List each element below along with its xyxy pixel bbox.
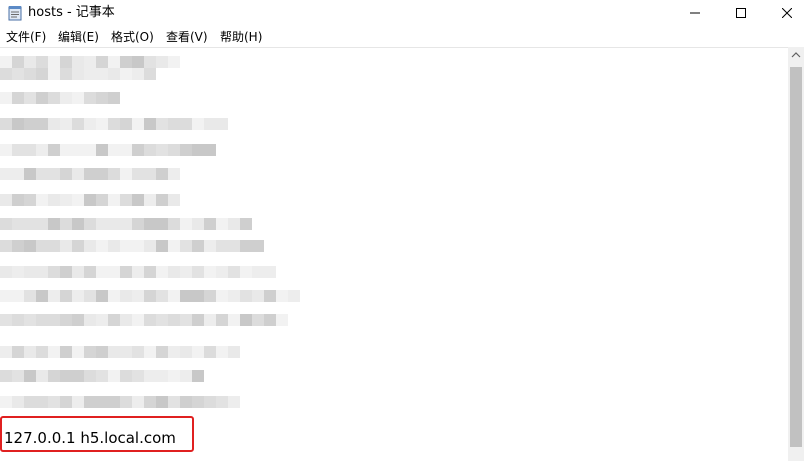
- menu-file[interactable]: 文件(F): [6, 29, 46, 45]
- maximize-button[interactable]: [718, 0, 764, 26]
- close-icon: [782, 8, 792, 18]
- menu-format[interactable]: 格式(O): [111, 29, 154, 45]
- blurred-line: [0, 168, 180, 180]
- blurred-line: [0, 56, 180, 68]
- blurred-line: [0, 68, 156, 80]
- blurred-line: [0, 266, 276, 278]
- blurred-line: [0, 92, 120, 104]
- blurred-line: [0, 370, 204, 382]
- blurred-content: [0, 48, 788, 462]
- menu-bar: 文件(F) 编辑(E) 格式(O) 查看(V) 帮助(H): [0, 27, 804, 47]
- blurred-line: [0, 240, 264, 252]
- minimize-icon: [690, 12, 700, 14]
- blurred-line: [0, 218, 252, 230]
- window-title: hosts - 记事本: [28, 5, 115, 20]
- minimize-button[interactable]: [672, 0, 718, 26]
- menu-view[interactable]: 查看(V): [166, 29, 208, 45]
- title-bar[interactable]: hosts - 记事本: [0, 0, 804, 26]
- blurred-line: [0, 314, 288, 326]
- hosts-entry-line: 127.0.0.1 h5.local.com: [4, 429, 176, 447]
- blurred-line: [0, 396, 240, 408]
- notepad-icon: [8, 6, 22, 21]
- blurred-line: [0, 346, 240, 358]
- close-button[interactable]: [764, 0, 804, 26]
- menu-help[interactable]: 帮助(H): [220, 29, 262, 45]
- text-editor[interactable]: 127.0.0.1 h5.local.com: [0, 47, 788, 462]
- maximize-icon: [736, 8, 746, 18]
- scroll-thumb[interactable]: [790, 67, 802, 447]
- blurred-line: [0, 144, 216, 156]
- vertical-scrollbar[interactable]: [788, 47, 804, 461]
- menu-edit[interactable]: 编辑(E): [58, 29, 99, 45]
- scroll-up-button[interactable]: [788, 47, 804, 64]
- chevron-up-icon: [791, 52, 801, 58]
- blurred-line: [0, 194, 180, 206]
- blurred-line: [0, 118, 228, 130]
- blurred-line: [0, 290, 300, 302]
